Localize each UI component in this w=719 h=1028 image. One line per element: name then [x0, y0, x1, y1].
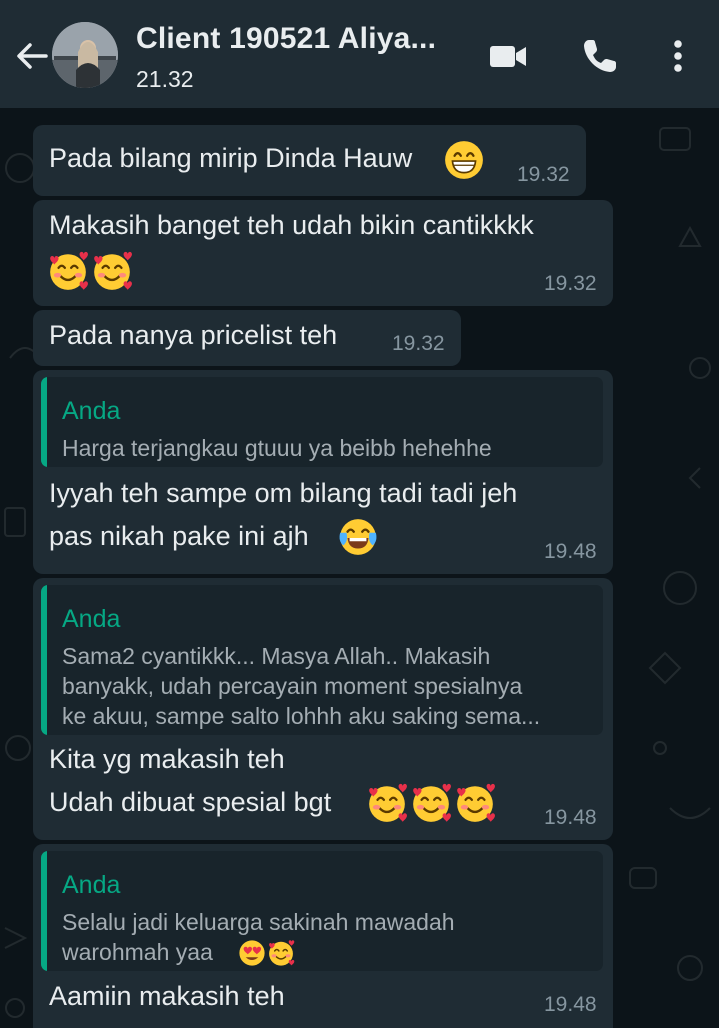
quote-text-line: Selalu jadi keluarga sakinah mawadah — [62, 909, 455, 935]
last-seen-time: 21.32 — [136, 66, 194, 92]
quote-author: Anda — [62, 871, 121, 899]
quote-accent-bar — [41, 585, 47, 735]
message-time: 19.48 — [544, 806, 597, 829]
message-time: 19.32 — [392, 332, 445, 355]
message-text-line: Kita yg makasih teh — [49, 744, 285, 774]
chat-header: Client 190521 Aliya... 21.32 — [0, 0, 719, 108]
message-bubble[interactable]: Pada nanya pricelist teh 19.32 — [33, 310, 461, 366]
message-text: Makasih banget teh udah bikin cantikkkk — [49, 210, 534, 240]
quoted-message[interactable]: Anda Sama2 cyantikkk... Masya Allah.. Ma… — [41, 585, 603, 735]
back-arrow-icon[interactable] — [12, 36, 52, 76]
avatar[interactable] — [52, 22, 118, 88]
message-bubble[interactable]: Anda Selalu jadi keluarga sakinah mawada… — [33, 844, 613, 1028]
message-time: 19.32 — [517, 163, 570, 186]
quoted-message[interactable]: Anda Selalu jadi keluarga sakinah mawada… — [41, 851, 603, 971]
message-time: 19.48 — [544, 993, 597, 1016]
message-time: 19.32 — [544, 272, 597, 295]
more-options-icon[interactable] — [658, 36, 698, 76]
smiling-face-with-hearts-emoji — [92, 250, 133, 292]
grinning-face-emoji — [443, 139, 485, 181]
message-text: Pada nanya pricelist teh — [49, 320, 338, 350]
face-with-tears-of-joy-emoji — [338, 517, 378, 557]
quote-text-line: Sama2 cyantikkk... Masya Allah.. Makasih — [62, 643, 491, 669]
quote-accent-bar — [41, 377, 47, 467]
quoted-message[interactable]: Anda Harga terjangkau gtuuu ya beibb heh… — [41, 377, 603, 467]
quote-author: Anda — [62, 397, 121, 425]
quote-author: Anda — [62, 605, 121, 633]
message-text: Pada bilang mirip Dinda Hauw — [49, 143, 413, 173]
message-bubble[interactable]: Makasih banget teh udah bikin cantikkkk … — [33, 200, 613, 306]
quote-accent-bar — [41, 851, 47, 971]
smiling-face-with-hearts-emoji — [268, 939, 295, 967]
message-time: 19.48 — [544, 540, 597, 563]
message-text-line: Udah dibuat spesial bgt — [49, 787, 332, 817]
quote-text-line: warohmah yaa — [62, 939, 213, 965]
video-call-icon[interactable] — [488, 36, 528, 76]
message-text: Aamiin makasih teh — [49, 981, 285, 1011]
heart-eyes-emoji — [239, 940, 265, 966]
contact-name[interactable]: Client 190521 Aliya... — [136, 22, 466, 56]
quote-text: Harga terjangkau gtuuu ya beibb hehehhe — [62, 435, 492, 461]
message-bubble[interactable]: Anda Sama2 cyantikkk... Masya Allah.. Ma… — [33, 578, 613, 840]
message-text-line: Iyyah teh sampe om bilang tadi tadi jeh — [49, 478, 518, 508]
smiling-face-with-hearts-emoji — [411, 782, 452, 824]
smiling-face-with-hearts-emoji — [455, 782, 496, 824]
message-text-line: pas nikah pake ini ajh — [49, 521, 309, 551]
smiling-face-with-hearts-emoji — [367, 782, 408, 824]
smiling-face-with-hearts-emoji — [48, 250, 89, 292]
message-bubble[interactable]: Pada bilang mirip Dinda Hauw 19.32 — [33, 125, 586, 196]
quote-text-line: ke akuu, sampe salto lohhh aku saking se… — [62, 703, 541, 729]
message-bubble[interactable]: Anda Harga terjangkau gtuuu ya beibb heh… — [33, 370, 613, 574]
quote-text-line: banyakk, udah percayain moment spesialny… — [62, 673, 523, 699]
phone-icon[interactable] — [580, 36, 620, 76]
